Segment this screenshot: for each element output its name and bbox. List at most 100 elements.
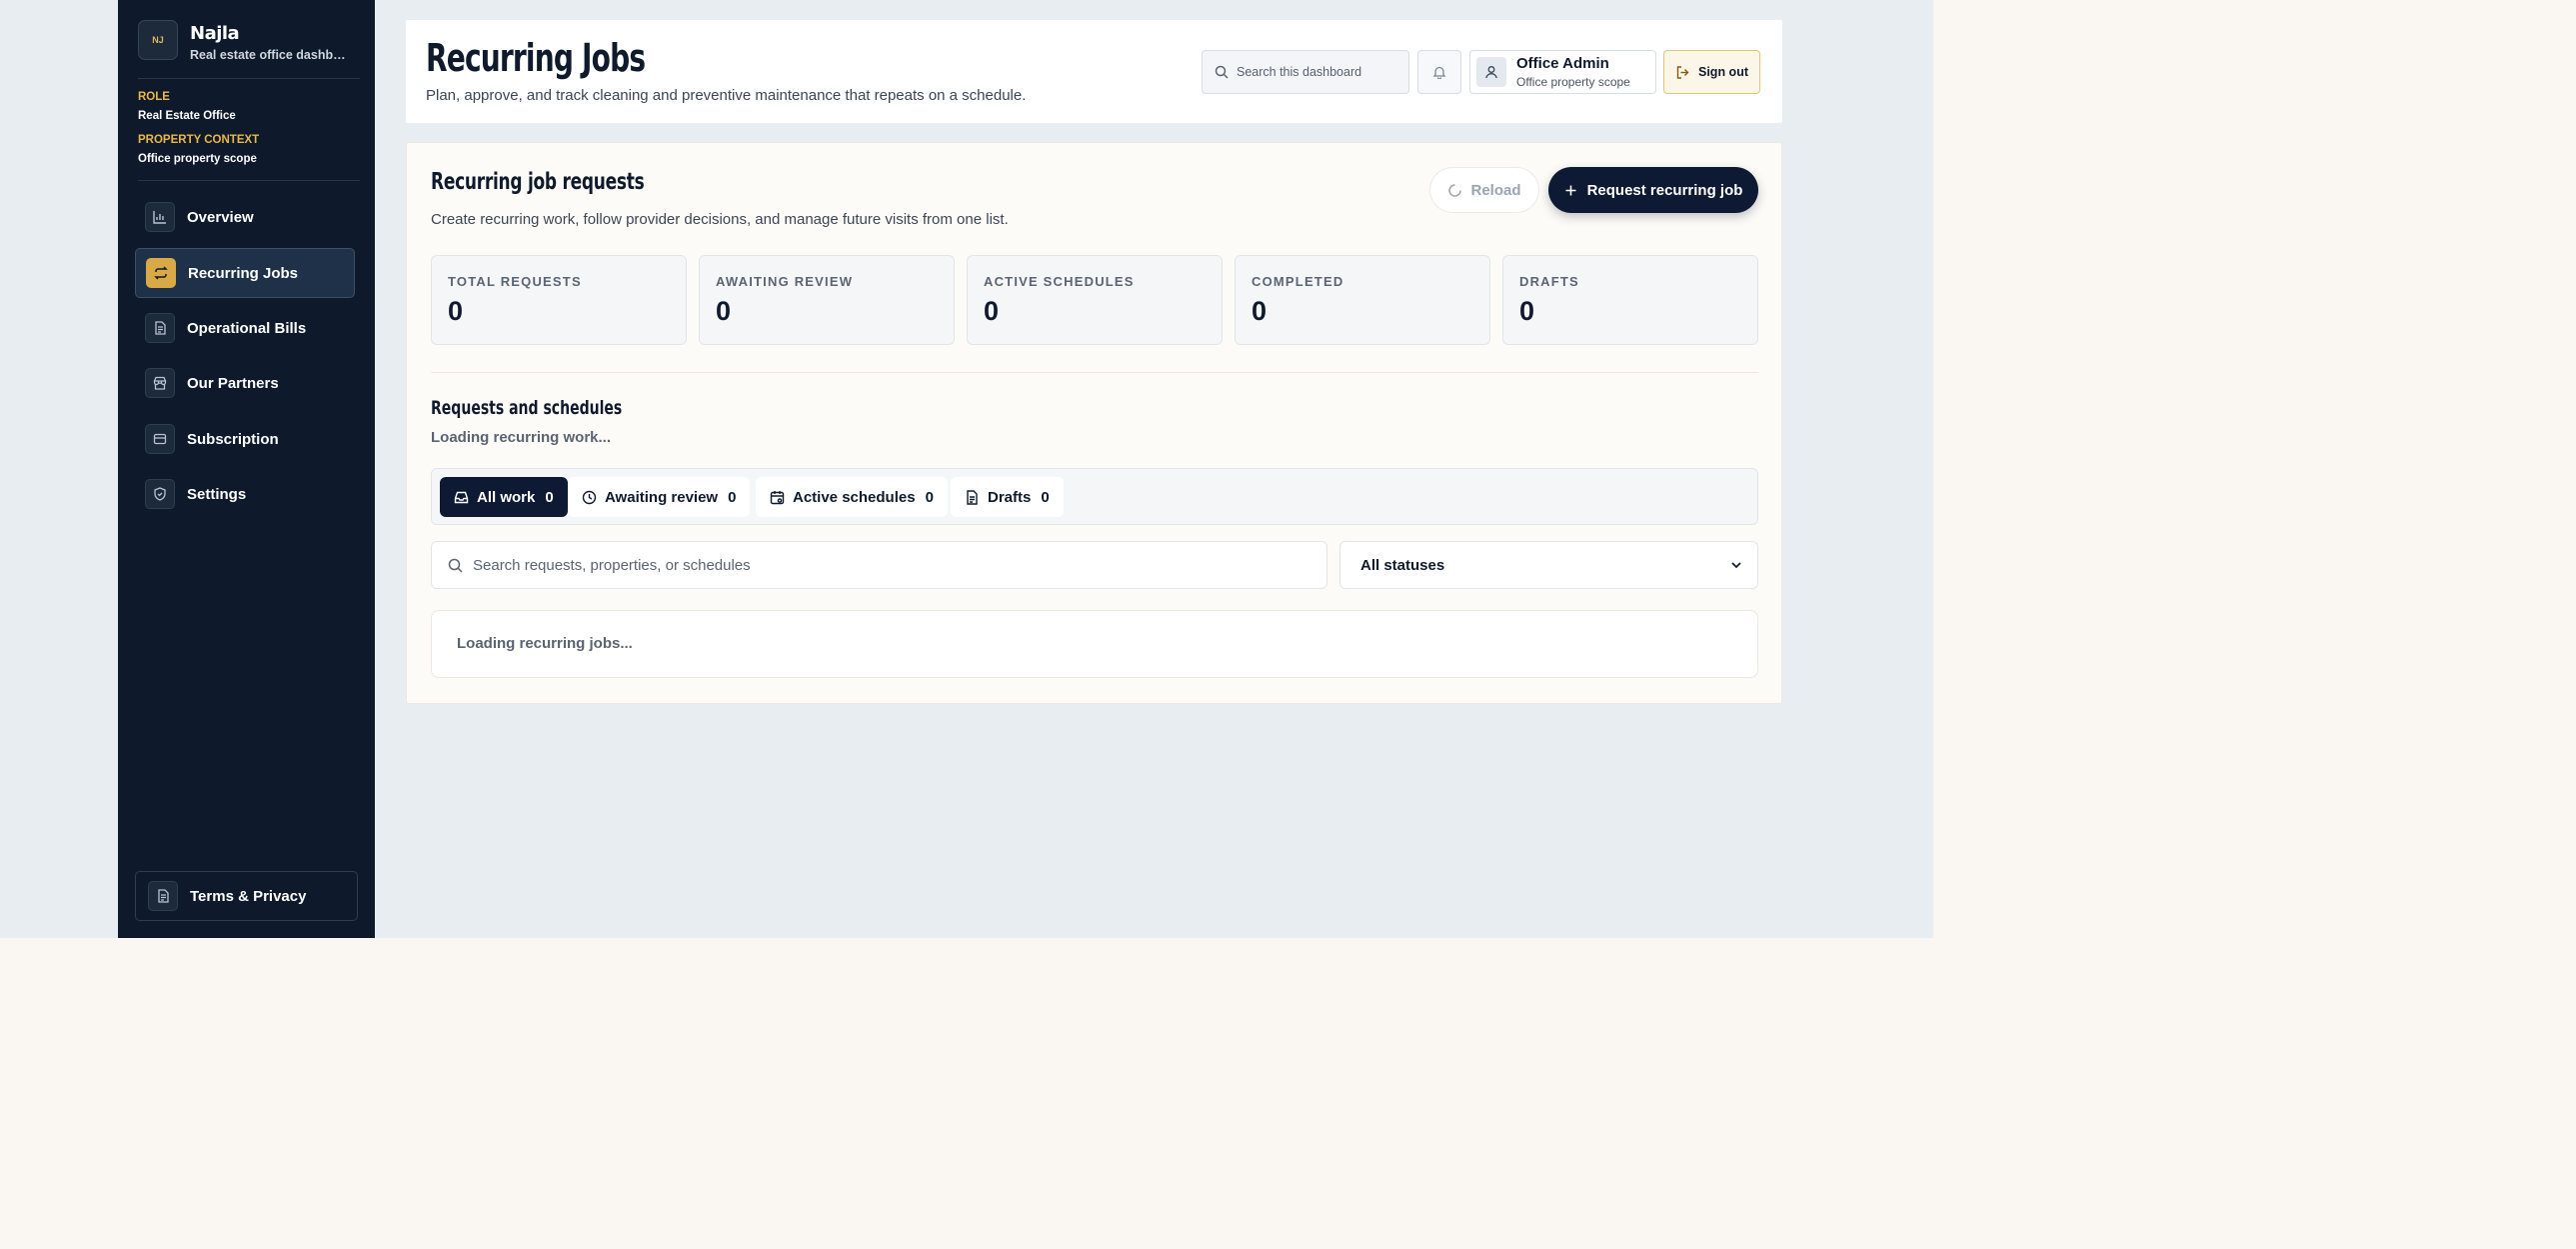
- tab-count: 0: [1041, 488, 1050, 506]
- search-icon: [1215, 65, 1229, 79]
- sidebar-divider: [138, 180, 360, 181]
- app-viewport: NJ Najla Real estate office dashboard RO…: [0, 0, 1933, 938]
- requests-search-input[interactable]: [473, 556, 1292, 574]
- dashboard-search[interactable]: [1202, 50, 1409, 94]
- sidebar-item-label: Recurring Jobs: [188, 264, 299, 282]
- file-text-icon: [145, 313, 175, 343]
- role-label: ROLE: [138, 91, 170, 103]
- section-subtitle: Create recurring work, follow provider d…: [431, 211, 1009, 228]
- dashboard-search-input[interactable]: [1237, 65, 1396, 79]
- brand-subtitle: Real estate office dashboard: [190, 48, 352, 62]
- user-menu[interactable]: Office Admin Office property scope: [1469, 50, 1656, 94]
- repeat-icon: [146, 258, 176, 288]
- file-text-icon: [148, 881, 178, 911]
- sign-out-button[interactable]: Sign out: [1663, 50, 1760, 94]
- log-out-icon: [1676, 65, 1689, 79]
- request-recurring-job-label: Request recurring job: [1586, 181, 1743, 199]
- sidebar-item-recurring-jobs[interactable]: Recurring Jobs: [135, 248, 355, 298]
- tab-label: Awaiting review: [605, 488, 719, 506]
- stat-value: 0: [1252, 296, 1268, 326]
- tab-active-schedules[interactable]: Active schedules 0: [756, 477, 948, 517]
- bell-icon: [1432, 66, 1446, 79]
- tab-count: 0: [925, 488, 934, 506]
- sidebar-divider: [138, 78, 360, 79]
- stat-label: TOTAL REQUESTS: [448, 274, 582, 289]
- property-context-value: Office property scope: [138, 153, 257, 165]
- user-name: Office Admin: [1516, 55, 1609, 72]
- list-title: Requests and schedules: [431, 397, 623, 419]
- tab-drafts[interactable]: Drafts 0: [951, 477, 1064, 517]
- tab-awaiting-review[interactable]: Awaiting review 0: [568, 477, 751, 517]
- tab-count: 0: [545, 488, 554, 506]
- sidebar-item-label: Settings: [187, 485, 247, 503]
- terms-privacy-label: Terms & Privacy: [190, 887, 307, 905]
- stat-label: DRAFTS: [1519, 274, 1579, 289]
- sidebar-item-label: Overview: [187, 208, 254, 226]
- requests-search[interactable]: [431, 541, 1327, 589]
- sign-out-label: Sign out: [1698, 65, 1748, 79]
- user-icon: [1485, 66, 1497, 79]
- stat-value: 0: [984, 296, 1000, 326]
- tabs-bar: All work 0 Awaiting review 0 Active sche…: [431, 468, 1758, 525]
- brand-logo-icon: NJ: [138, 20, 178, 60]
- stat-awaiting-review: AWAITING REVIEW 0: [699, 255, 955, 345]
- section-divider: [431, 372, 1758, 373]
- brand[interactable]: NJ Najla Real estate office dashboard: [138, 20, 360, 66]
- stat-label: AWAITING REVIEW: [716, 274, 854, 289]
- stat-completed: COMPLETED 0: [1235, 255, 1490, 345]
- sidebar-item-settings[interactable]: Settings: [135, 469, 355, 519]
- section-title: Recurring job requests: [431, 169, 645, 195]
- page-header: Recurring Jobs Plan, approve, and track …: [406, 20, 1782, 123]
- shield-icon: [145, 479, 175, 509]
- status-filter-value: All statuses: [1360, 556, 1445, 574]
- page-subtitle: Plan, approve, and track cleaning and pr…: [426, 87, 1027, 104]
- status-filter-select[interactable]: All statuses: [1339, 541, 1758, 589]
- search-icon: [448, 558, 463, 573]
- calendar-icon: [770, 490, 785, 504]
- card-icon: [145, 424, 175, 454]
- chevron-down-icon: [1731, 562, 1741, 569]
- sidebar-item-label: Operational Bills: [187, 319, 307, 337]
- reload-label: Reload: [1470, 181, 1521, 199]
- sidebar-item-overview[interactable]: Overview: [135, 192, 355, 242]
- stat-value: 0: [448, 296, 464, 326]
- stat-total-requests: TOTAL REQUESTS 0: [431, 255, 687, 345]
- notifications-button[interactable]: [1417, 50, 1461, 94]
- sidebar-item-subscription[interactable]: Subscription: [135, 414, 355, 464]
- user-scope: Office property scope: [1516, 75, 1630, 89]
- stat-label: ACTIVE SCHEDULES: [984, 274, 1135, 289]
- clock-icon: [582, 490, 597, 504]
- brand-name: Najla: [190, 23, 240, 44]
- role-value: Real Estate Office: [138, 110, 236, 122]
- sidebar: NJ Najla Real estate office dashboard RO…: [118, 0, 375, 938]
- sidebar-item-operational-bills[interactable]: Operational Bills: [135, 303, 355, 353]
- sidebar-item-our-partners[interactable]: Our Partners: [135, 358, 355, 408]
- avatar: [1476, 57, 1506, 87]
- inbox-icon: [454, 491, 469, 503]
- page-title: Recurring Jobs: [426, 36, 646, 80]
- tab-label: Drafts: [988, 488, 1032, 506]
- plus-icon: [1565, 185, 1576, 195]
- jobs-list: Loading recurring jobs...: [431, 610, 1758, 678]
- sidebar-item-label: Our Partners: [187, 374, 279, 392]
- tab-count: 0: [728, 488, 737, 506]
- sidebar-item-label: Subscription: [187, 430, 279, 448]
- property-context-label: PROPERTY CONTEXT: [138, 134, 260, 146]
- loader-icon: [1448, 183, 1462, 197]
- bar-chart-icon: [145, 202, 175, 232]
- stat-drafts: DRAFTS 0: [1502, 255, 1758, 345]
- stat-value: 0: [1519, 296, 1535, 326]
- tab-label: Active schedules: [793, 488, 916, 506]
- stat-active-schedules: ACTIVE SCHEDULES 0: [967, 255, 1223, 345]
- reload-button[interactable]: Reload: [1429, 167, 1539, 213]
- request-recurring-job-button[interactable]: Request recurring job: [1548, 167, 1758, 213]
- tab-label: All work: [477, 488, 536, 506]
- empty-state-message: Loading recurring jobs...: [457, 635, 633, 652]
- list-status: Loading recurring work...: [431, 429, 612, 446]
- store-icon: [145, 368, 175, 398]
- stat-value: 0: [716, 296, 732, 326]
- terms-privacy-link[interactable]: Terms & Privacy: [135, 871, 358, 921]
- tab-all-work[interactable]: All work 0: [440, 477, 568, 517]
- file-icon: [967, 489, 978, 505]
- recurring-jobs-panel: Recurring job requests Create recurring …: [406, 142, 1782, 704]
